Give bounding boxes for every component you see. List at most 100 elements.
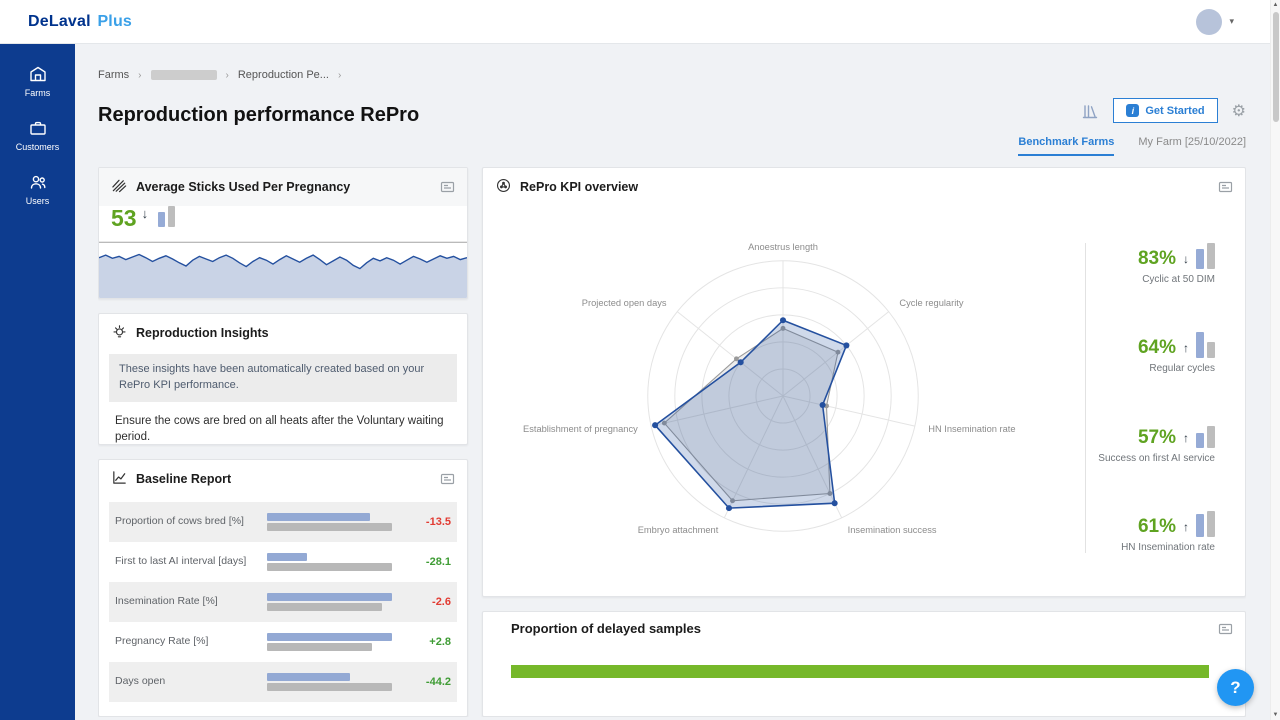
dashboard-grid: Average Sticks Used Per Pregnancy 53 ↓ [98, 167, 1246, 717]
kpi-summary-panel: 83% ↓ Cyclic at 50 DIM 64% ↑ [1085, 243, 1245, 553]
trend-icon: ↓ [1183, 249, 1189, 269]
barn-icon [28, 64, 48, 84]
svg-text:Anoestrus length: Anoestrus length [748, 242, 818, 252]
sidebar-item-label: Farms [25, 88, 51, 98]
card-action-icon[interactable] [1218, 622, 1233, 636]
avatar[interactable] [1196, 9, 1222, 35]
delayed-samples-bar [511, 665, 1209, 678]
sidebar: Farms Customers Users [0, 44, 75, 720]
card-title: Baseline Report [136, 472, 231, 486]
chevron-right-icon: › [138, 70, 141, 81]
view-tabs: Benchmark Farms My Farm [25/10/2022] [1018, 136, 1246, 156]
card-delayed-samples: Proportion of delayed samples [482, 611, 1246, 717]
card-title: Reproduction Insights [136, 326, 269, 340]
trend-icon: ↑ [1183, 517, 1189, 537]
card-action-icon[interactable] [1218, 180, 1233, 194]
kpi-value: 83% [1138, 249, 1176, 269]
svg-text:Establishment of pregnancy: Establishment of pregnancy [523, 424, 638, 434]
chevron-right-icon: › [338, 70, 341, 81]
insights-message: Ensure the cows are bred on all heats af… [99, 411, 467, 445]
kpi-value: 57% [1138, 428, 1176, 448]
topbar: DeLaval Plus ▾ [0, 0, 1280, 44]
card-action-icon[interactable] [440, 180, 455, 194]
table-row: Insemination Rate [%] -2.6 [109, 582, 457, 622]
insight-bulb-icon [111, 323, 128, 343]
briefcase-icon [28, 118, 48, 138]
row-delta-value: -28.1 [407, 556, 451, 568]
table-row: Days open -44.2 [109, 662, 457, 702]
sidebar-item-farms[interactable]: Farms [0, 54, 75, 108]
table-row: First to last AI interval [days] -28.1 [109, 542, 457, 582]
chevron-down-icon: ▾ [1229, 16, 1234, 27]
help-button[interactable]: ? [1217, 669, 1254, 706]
delayed-samples-chart [511, 665, 1209, 678]
kpi-overview-icon [495, 177, 512, 197]
row-bars [267, 552, 407, 573]
info-icon: i [1126, 104, 1139, 117]
comparison-bars-icon [1196, 511, 1215, 537]
svg-text:Insemination success: Insemination success [848, 525, 937, 535]
account-menu[interactable]: ▾ [1196, 9, 1234, 35]
scroll-up-icon[interactable]: ▲ [1273, 0, 1279, 10]
baseline-table: Proportion of cows bred [%] -13.5 First … [99, 498, 467, 702]
main-content: Farms › › Reproduction Pe... › Reproduct… [75, 44, 1280, 720]
kpi-entry: 61% ↑ HN Insemination rate [1121, 511, 1215, 553]
comparison-bars-icon [1196, 422, 1215, 448]
row-bars [267, 632, 407, 653]
card-baseline-report: Baseline Report Proportion of cows bred … [98, 459, 468, 717]
scrollbar-thumb[interactable] [1273, 12, 1279, 122]
sidebar-item-label: Customers [16, 142, 60, 152]
kpi-entry: 83% ↓ Cyclic at 50 DIM [1138, 243, 1215, 285]
card-average-sticks: Average Sticks Used Per Pregnancy 53 ↓ [98, 167, 468, 299]
svg-text:Cycle regularity: Cycle regularity [899, 298, 963, 308]
get-started-button[interactable]: i Get Started [1113, 98, 1217, 123]
kpi-value: 64% [1138, 338, 1176, 358]
breadcrumb-farms[interactable]: Farms [98, 69, 129, 81]
brand-logo: DeLaval Plus [28, 13, 132, 31]
sticks-icon [111, 177, 128, 197]
row-bars [267, 512, 407, 533]
card-title: Proportion of delayed samples [511, 621, 701, 636]
row-delta-value: +2.8 [407, 636, 451, 648]
kpi-radar-chart: Anoestrus length Cycle regularity HN Insem… [489, 200, 1077, 592]
breadcrumb-redacted[interactable] [151, 70, 217, 80]
sidebar-item-users[interactable]: Users [0, 162, 75, 216]
sidebar-item-label: Users [26, 196, 50, 206]
chevron-right-icon: › [226, 70, 229, 81]
brand-secondary: Plus [97, 13, 132, 30]
tab-benchmark-farms[interactable]: Benchmark Farms [1018, 136, 1114, 156]
kpi-value: 61% [1138, 517, 1176, 537]
settings-gear-icon[interactable]: ⚙ [1232, 101, 1246, 121]
users-icon [28, 172, 48, 192]
trend-icon: ↑ [1183, 338, 1189, 358]
card-repro-kpi-overview: RePro KPI overview Anoestrus length Cycle… [482, 167, 1246, 597]
trend-down-icon: ↓ [142, 206, 149, 222]
sticks-trend-chart [99, 234, 467, 298]
app-window: DeLaval Plus ▾ Farms Customers Users [0, 0, 1280, 720]
sidebar-item-customers[interactable]: Customers [0, 108, 75, 162]
scroll-down-icon[interactable]: ▼ [1273, 710, 1279, 720]
row-delta-value: -13.5 [407, 516, 451, 528]
comparison-bars-icon [158, 206, 175, 227]
line-chart-icon [111, 469, 128, 489]
benchmark-library-icon[interactable] [1081, 102, 1099, 120]
row-delta-value: -44.2 [407, 676, 451, 688]
comparison-bars-icon [1196, 332, 1215, 358]
scrollbar[interactable]: ▲ ▼ [1270, 0, 1280, 720]
row-bars [267, 592, 407, 613]
row-bars [267, 672, 407, 693]
breadcrumb-current[interactable]: Reproduction Pe... [238, 69, 329, 81]
card-title: Average Sticks Used Per Pregnancy [136, 180, 350, 194]
table-row: Pregnancy Rate [%] +2.8 [109, 622, 457, 662]
card-title: RePro KPI overview [520, 180, 638, 194]
kpi-entry: 64% ↑ Regular cycles [1138, 332, 1215, 374]
svg-text:HN Insemination rate: HN Insemination rate [928, 424, 1015, 434]
tab-my-farm[interactable]: My Farm [25/10/2022] [1138, 136, 1246, 156]
insights-note: These insights have been automatically c… [109, 354, 457, 402]
card-reproduction-insights: Reproduction Insights These insights hav… [98, 313, 468, 445]
svg-text:Projected open days: Projected open days [582, 298, 667, 308]
brand-primary: DeLaval [28, 13, 91, 30]
sticks-value: 53 [111, 206, 137, 230]
card-action-icon[interactable] [440, 472, 455, 486]
kpi-entry: 57% ↑ Success on first AI service [1098, 422, 1215, 464]
